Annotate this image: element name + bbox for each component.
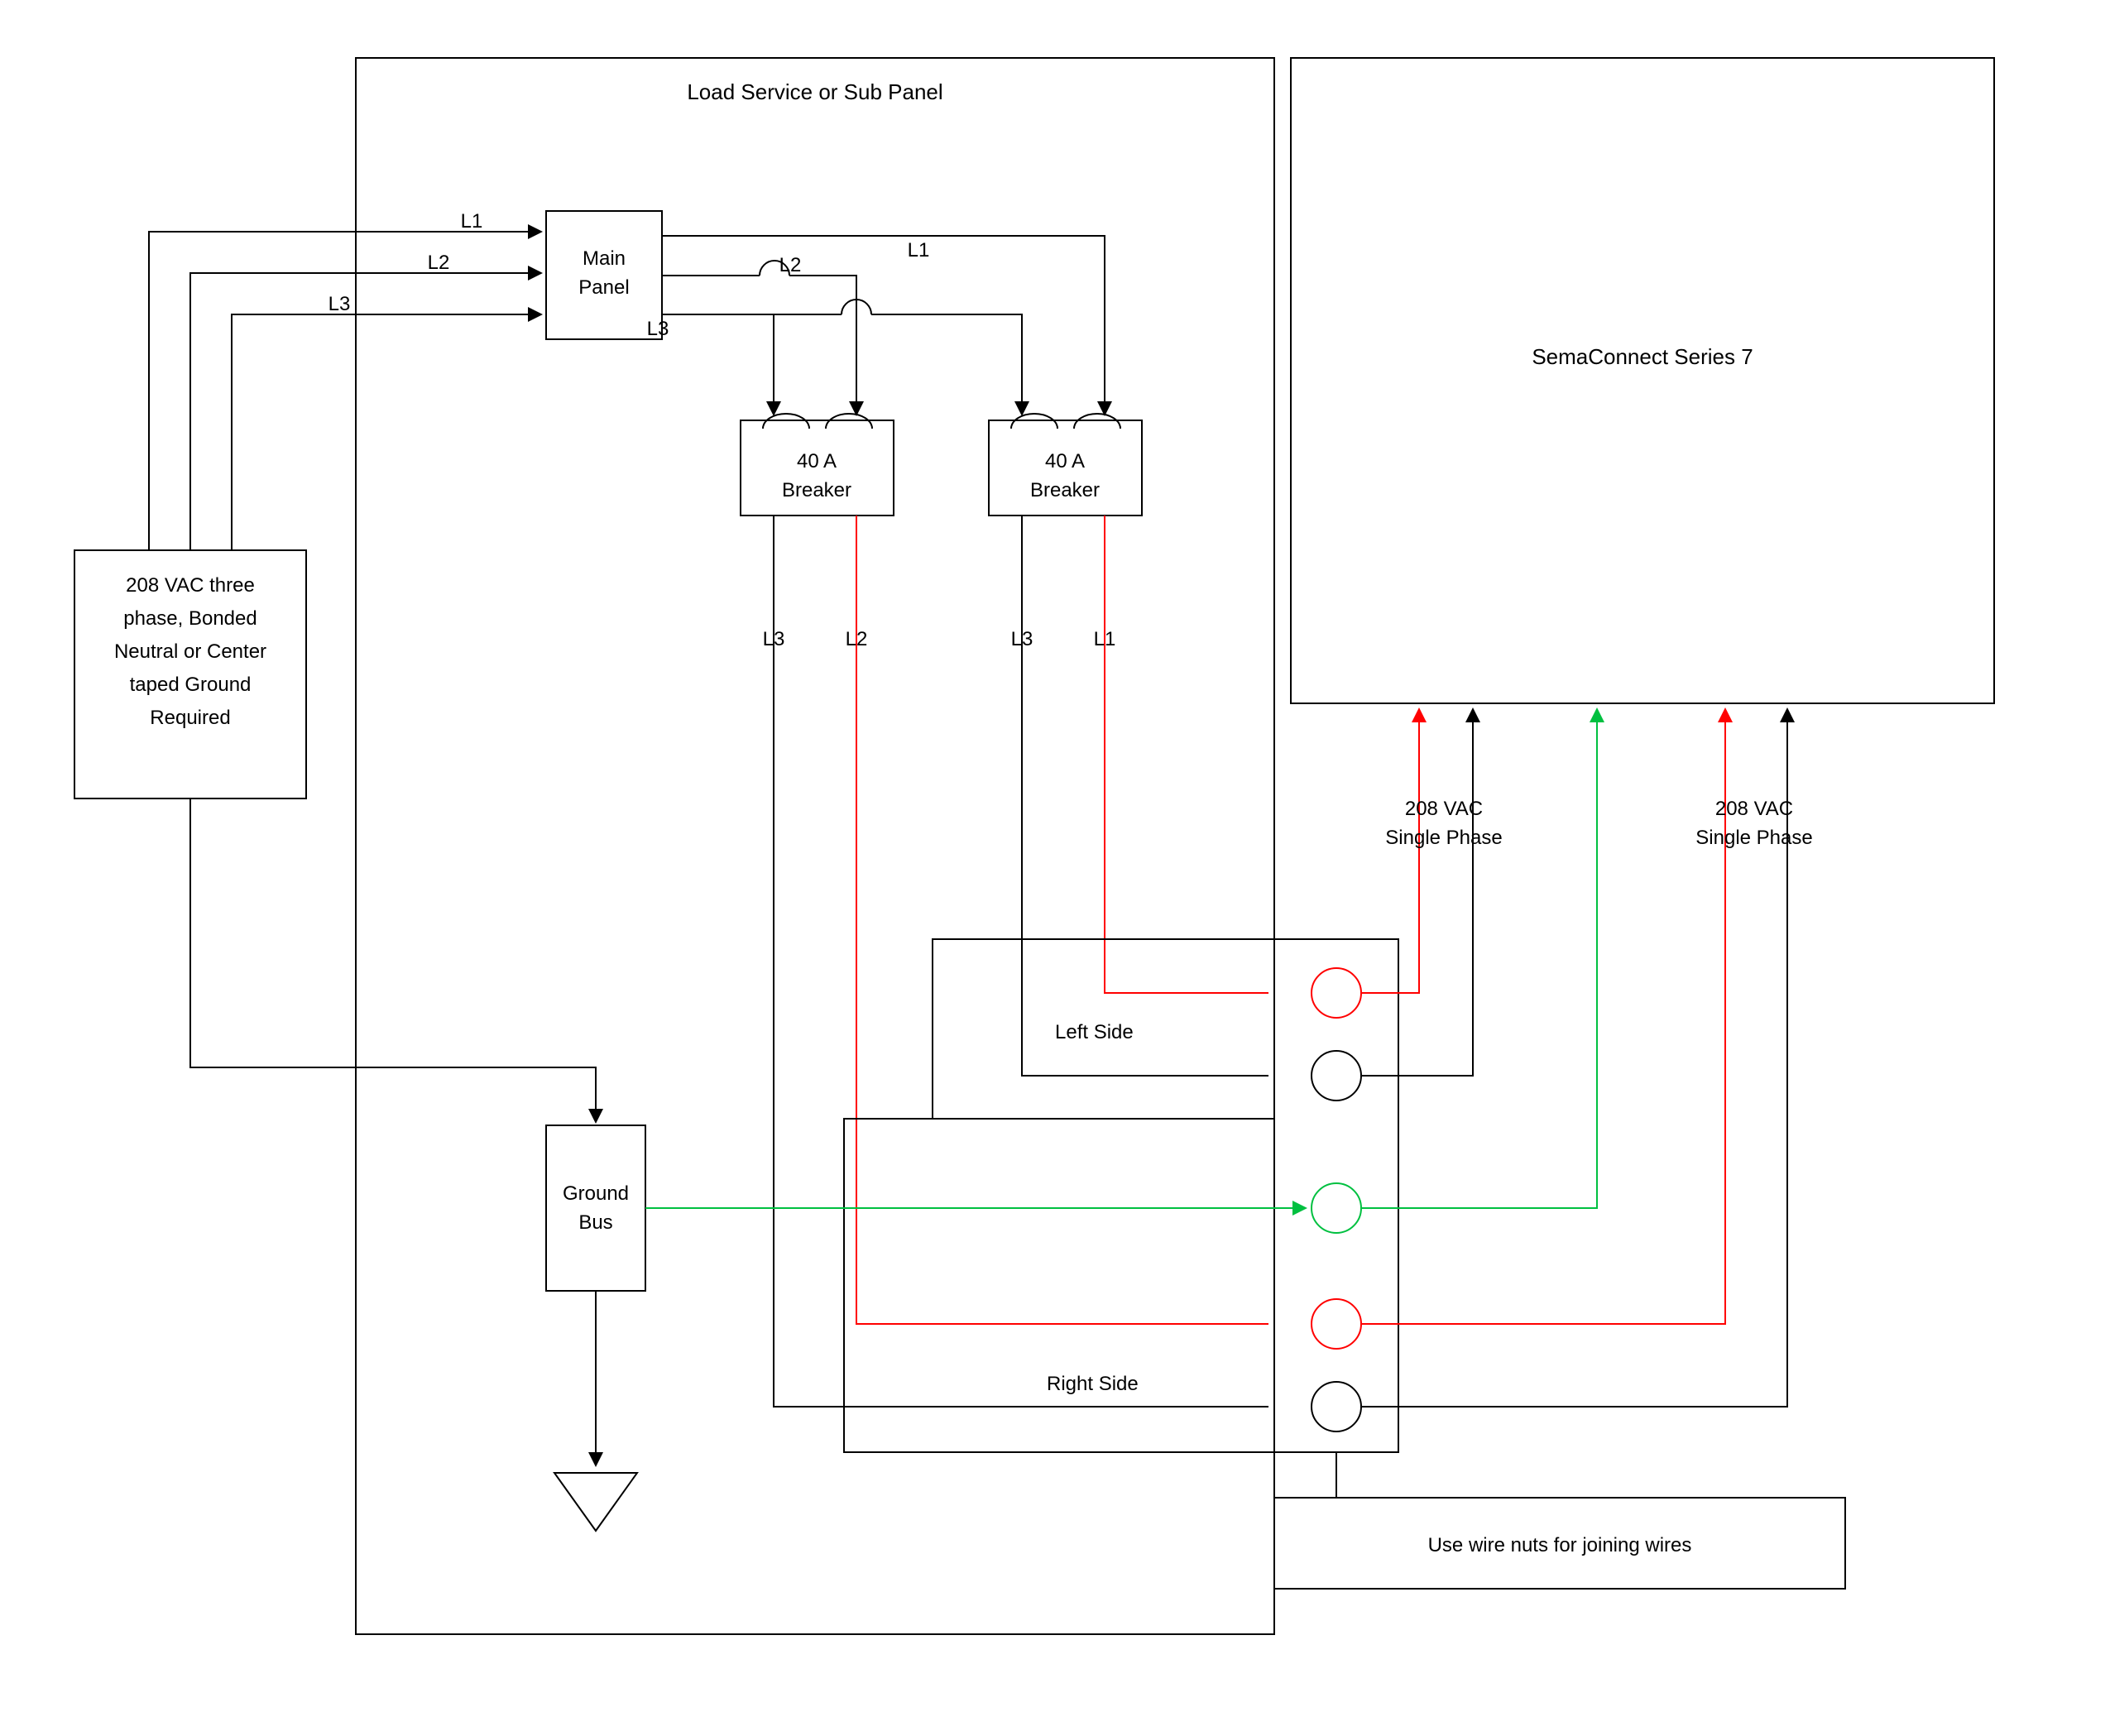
semaconn-gnd xyxy=(1361,710,1597,1208)
terminal-5 xyxy=(1312,1382,1361,1431)
svg-text:phase, Bonded: phase, Bonded xyxy=(123,607,257,630)
terminal-1 xyxy=(1312,968,1361,1018)
breaker2-l1-label: L1 xyxy=(1094,628,1116,650)
ground-bus-l2: Bus xyxy=(578,1211,612,1234)
wire-ground-to-bus xyxy=(190,798,596,1121)
sub-panel-box xyxy=(356,58,1274,1634)
breaker2-l3-label: L3 xyxy=(1011,628,1033,650)
svg-text:Neutral or Center: Neutral or Center xyxy=(114,640,266,663)
wire-l3-out-label: L3 xyxy=(647,318,669,340)
semaconnect-label: SemaConnect Series 7 xyxy=(1532,344,1753,369)
wire-l2-out-2 xyxy=(789,276,856,414)
ground-bus-box xyxy=(546,1125,645,1291)
wire-l1-label: L1 xyxy=(461,210,483,233)
sub-panel-title: Load Service or Sub Panel xyxy=(687,79,942,104)
semaconnect-box xyxy=(1291,58,1994,703)
wire-l3-out-b xyxy=(871,314,1022,414)
wirenuts-label: Use wire nuts for joining wires xyxy=(1428,1534,1692,1556)
phase2-b: Single Phase xyxy=(1695,827,1812,849)
wire-l1-in xyxy=(149,232,540,550)
breaker-2-l2: Breaker xyxy=(1030,479,1100,501)
main-panel-box xyxy=(546,211,662,339)
breaker1-l2-down xyxy=(856,516,1268,1324)
breaker2-l3-down xyxy=(1022,516,1268,1076)
wire-l1-out-label: L1 xyxy=(908,239,930,261)
svg-text:208 VAC three: 208 VAC three xyxy=(126,574,255,597)
terminal-4 xyxy=(1312,1299,1361,1349)
breaker-1-l1: 40 A xyxy=(797,450,837,472)
breaker1-l3-label: L3 xyxy=(763,628,785,650)
phase1-a: 208 VAC xyxy=(1405,798,1483,820)
breaker-2-l1: 40 A xyxy=(1045,450,1085,472)
wiring-diagram: Load Service or Sub Panel 208 VAC three … xyxy=(0,0,2110,1736)
svg-text:Required: Required xyxy=(150,707,230,729)
semaconn-l1 xyxy=(1361,710,1419,993)
wire-l3-label: L3 xyxy=(328,293,351,315)
breaker1-l2-label: L2 xyxy=(846,628,868,650)
source-line: taped Ground xyxy=(130,674,252,696)
wire-l3-out-a xyxy=(662,314,774,414)
svg-text:taped Ground: taped Ground xyxy=(130,674,252,696)
wire-l3-in xyxy=(232,314,540,550)
terminal-3 xyxy=(1312,1183,1361,1233)
right-side-label: Right Side xyxy=(1047,1373,1139,1395)
junction-box xyxy=(1274,939,1398,1452)
breaker2-l1-down xyxy=(1105,516,1268,993)
wire-l2-label: L2 xyxy=(428,252,450,274)
right-side-frame xyxy=(844,1119,1274,1452)
source-line: 208 VAC three xyxy=(126,574,255,597)
source-line: Neutral or Center xyxy=(114,640,266,663)
semaconn-l2 xyxy=(1361,710,1473,1076)
left-side-label: Left Side xyxy=(1055,1021,1134,1043)
source-line: phase, Bonded xyxy=(123,607,257,630)
phase1-b: Single Phase xyxy=(1385,827,1502,849)
phase2-a: 208 VAC xyxy=(1715,798,1793,820)
main-panel-l1: Main xyxy=(583,247,626,270)
ground-symbol-icon xyxy=(554,1473,637,1531)
breaker-1-l2: Breaker xyxy=(782,479,851,501)
wire-l2-out-label: L2 xyxy=(779,254,802,276)
source-line: Required xyxy=(150,707,230,729)
terminal-2 xyxy=(1312,1051,1361,1101)
wire-l1-out xyxy=(662,236,1105,414)
main-panel-l2: Panel xyxy=(578,276,629,299)
ground-bus-l1: Ground xyxy=(563,1182,629,1205)
